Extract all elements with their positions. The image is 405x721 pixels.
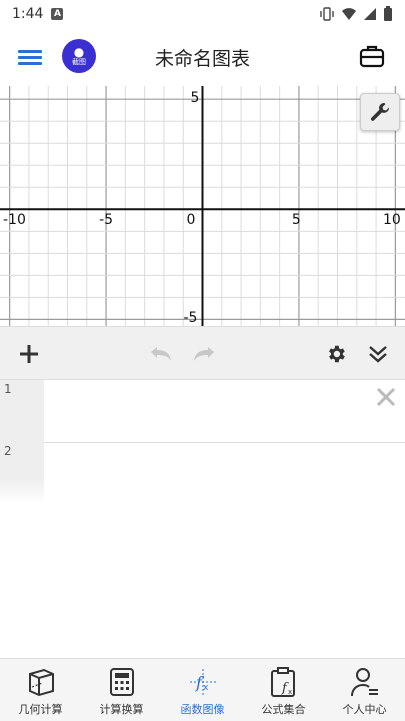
nav-formulas[interactable]: fx 公式集合 xyxy=(243,659,324,721)
x-axis-tick-label: 5 xyxy=(291,212,301,229)
redo-button[interactable] xyxy=(190,340,218,368)
plus-icon xyxy=(20,345,38,363)
cube-icon xyxy=(28,668,54,697)
function-icon: fx xyxy=(189,669,216,695)
sim-notification-icon: A xyxy=(51,8,64,20)
calculator-icon xyxy=(109,668,134,696)
nav-label: 个人中心 xyxy=(342,703,387,716)
y-axis-tick-label: -5 xyxy=(183,310,198,326)
status-bar: 1:44 A xyxy=(0,0,405,28)
row-index-label: 2 xyxy=(4,444,12,458)
row-index: 2 xyxy=(0,442,44,504)
close-icon[interactable] xyxy=(375,386,397,408)
status-left: 1:44 A xyxy=(12,6,64,22)
battery-icon xyxy=(384,6,392,21)
wifi-icon xyxy=(342,8,356,20)
graph-grid xyxy=(0,86,405,326)
clipboard-formula-icon: fx xyxy=(270,667,295,697)
expression-toolbar xyxy=(0,326,405,380)
double-chevron-down-icon xyxy=(369,346,387,363)
graph-settings-button[interactable] xyxy=(360,93,400,131)
x-axis-tick-label: -10 xyxy=(3,212,26,229)
y-axis-tick-label: 5 xyxy=(190,90,200,107)
app-bar: ● 截图 未命名图表 xyxy=(0,28,405,86)
redo-icon xyxy=(194,347,214,361)
svg-text:x: x xyxy=(203,683,209,693)
svg-text:x: x xyxy=(288,688,292,696)
status-right xyxy=(319,6,393,22)
toolbox-icon[interactable] xyxy=(359,43,385,69)
x-axis-tick-label: 0 xyxy=(186,212,196,229)
vibrate-icon xyxy=(320,7,334,21)
x-axis-tick-label: 10 xyxy=(383,212,401,229)
nav-label: 几何计算 xyxy=(18,703,63,716)
expression-row[interactable]: 2 xyxy=(0,442,405,504)
bottom-navigation: 几何计算 计算换算 fx 函数图像 fx 公式集合 个人中心 xyxy=(0,658,405,721)
nav-function-graph[interactable]: fx 函数图像 xyxy=(162,659,243,721)
collapse-button[interactable] xyxy=(364,340,392,368)
page-title: 未命名图表 xyxy=(154,48,250,70)
undo-icon xyxy=(151,347,171,361)
add-expression-button[interactable] xyxy=(15,340,43,368)
wrench-icon xyxy=(370,103,390,121)
status-time: 1:44 xyxy=(12,6,44,22)
person-icon xyxy=(350,668,378,697)
nav-label: 计算换算 xyxy=(99,703,144,716)
nav-profile[interactable]: 个人中心 xyxy=(324,659,405,721)
row-index: 1 xyxy=(0,380,44,442)
expression-row[interactable]: 1 xyxy=(0,380,405,443)
nav-label: 公式集合 xyxy=(261,703,306,716)
graph-canvas[interactable]: -10 -5 0 5 10 5 -5 xyxy=(0,86,405,326)
nav-calculator[interactable]: 计算换算 xyxy=(81,659,162,721)
nav-label: 函数图像 xyxy=(180,703,225,716)
undo-button[interactable] xyxy=(147,340,175,368)
settings-button[interactable] xyxy=(322,340,350,368)
nav-geometry[interactable]: 几何计算 xyxy=(0,659,81,721)
expression-list: 1 2 xyxy=(0,380,405,658)
gear-icon xyxy=(329,345,345,363)
signal-icon xyxy=(364,8,376,20)
x-axis-tick-label: -5 xyxy=(99,212,114,229)
row-index-label: 1 xyxy=(4,382,12,396)
